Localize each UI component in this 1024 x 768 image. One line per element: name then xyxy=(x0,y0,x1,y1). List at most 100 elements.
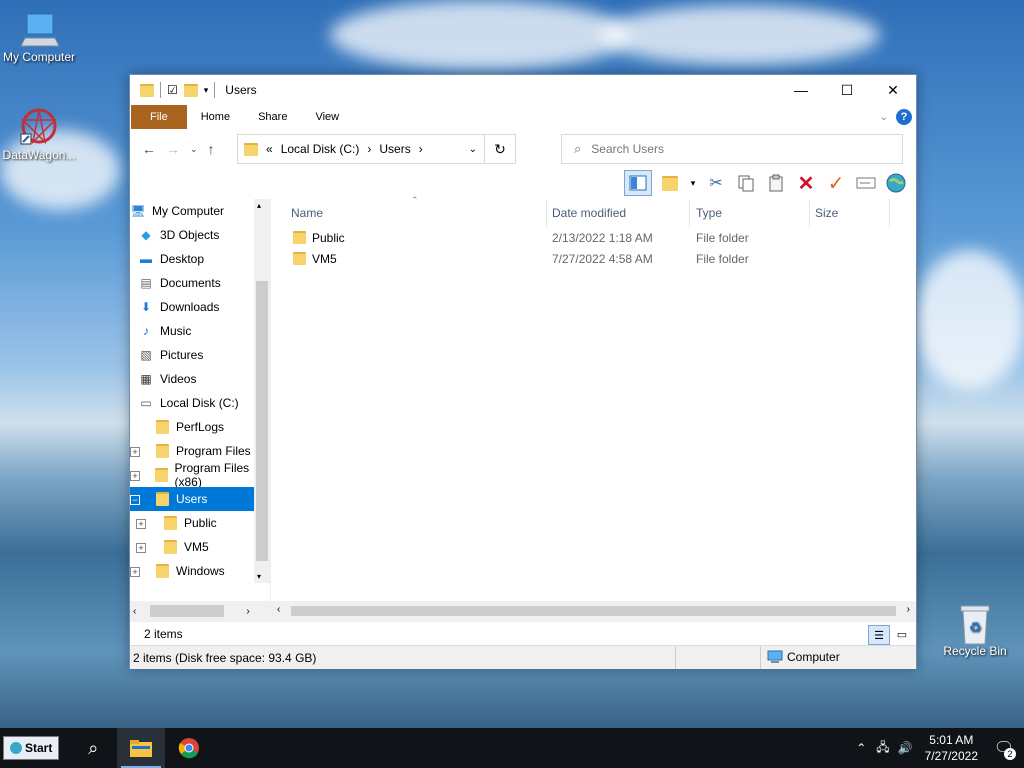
table-row[interactable]: VM5 7/27/2022 4:58 AM File folder xyxy=(271,248,916,269)
scroll-thumb[interactable] xyxy=(150,605,225,617)
search-taskbar-button[interactable]: ⌕ xyxy=(69,728,117,768)
large-icons-view-icon[interactable]: ▭ xyxy=(892,625,912,643)
checkmark-icon[interactable]: ✓ xyxy=(824,171,848,195)
tab-home[interactable]: Home xyxy=(187,105,244,129)
expand-icon[interactable]: + xyxy=(130,447,140,457)
nav-item[interactable]: 🖥 My Computer xyxy=(130,199,270,223)
nav-item[interactable]: PerfLogs xyxy=(130,415,270,439)
minimize-button[interactable]: — xyxy=(778,75,824,105)
column-type[interactable]: Type xyxy=(696,206,722,220)
forward-arrow-icon[interactable]: → xyxy=(166,141,180,157)
show-hidden-icons-icon[interactable]: ⌃ xyxy=(856,741,866,755)
explorer-window[interactable]: ☑ ▾ Users — ☐ ✕ File Home Share View ⌄ ?… xyxy=(129,74,917,669)
tab-view[interactable]: View xyxy=(301,105,353,129)
table-row[interactable]: Public 2/13/2022 1:18 AM File folder xyxy=(271,227,916,248)
nav-item[interactable]: − Users xyxy=(130,487,270,511)
computer-icon: 🖥 xyxy=(130,204,146,218)
nav-item[interactable]: + Windows xyxy=(130,559,270,583)
scroll-right-icon[interactable]: › xyxy=(907,604,910,615)
preview-pane-icon[interactable] xyxy=(624,170,652,196)
nav-item[interactable]: + Program Files xyxy=(130,439,270,463)
chevron-right-icon[interactable]: › xyxy=(367,142,371,156)
nav-item[interactable]: ▦ Videos xyxy=(130,367,270,391)
help-icon[interactable]: ? xyxy=(896,109,912,125)
scroll-up-icon[interactable]: ▴ xyxy=(257,201,261,210)
chevron-down-icon[interactable]: ⌄ xyxy=(469,144,477,155)
file-explorer-taskbar-button[interactable] xyxy=(117,728,166,768)
quick-access-dropdown-icon[interactable]: ▾ xyxy=(204,85,209,96)
scroll-down-icon[interactable]: ▾ xyxy=(257,572,261,581)
tab-share[interactable]: Share xyxy=(244,105,301,129)
back-arrow-icon[interactable]: ← xyxy=(142,141,156,157)
nav-item[interactable]: + Program Files (x86) xyxy=(130,461,270,489)
breadcrumb-overflow[interactable]: « xyxy=(266,142,273,156)
new-folder-quick-access-icon[interactable] xyxy=(183,83,198,97)
desktop-icon-recycle-bin[interactable]: ♻ Recycle Bin xyxy=(936,602,1014,658)
rename-icon[interactable] xyxy=(854,171,878,195)
expand-icon[interactable]: + xyxy=(136,519,146,529)
column-size[interactable]: Size xyxy=(815,206,838,220)
scroll-left-icon[interactable]: ‹ xyxy=(133,606,136,617)
network-icon[interactable]: 🖧 xyxy=(876,738,889,759)
chevron-right-icon[interactable]: › xyxy=(419,142,423,156)
cut-icon[interactable]: ✂ xyxy=(704,171,728,195)
nav-item[interactable]: ▬ Desktop xyxy=(130,247,270,271)
views-dropdown-icon[interactable]: ▾ xyxy=(688,171,698,195)
copy-icon[interactable] xyxy=(734,171,758,195)
volume-icon[interactable]: 🔊 xyxy=(898,741,913,755)
column-date-modified[interactable]: Date modified xyxy=(552,206,626,220)
globe-icon[interactable] xyxy=(884,171,908,195)
nav-item[interactable]: ▧ Pictures xyxy=(130,343,270,367)
scroll-thumb[interactable] xyxy=(291,606,896,616)
title-bar[interactable]: ☑ ▾ Users — ☐ ✕ xyxy=(130,75,916,105)
delete-icon[interactable]: ✕ xyxy=(794,171,818,195)
column-divider[interactable] xyxy=(689,199,690,227)
new-folder-icon[interactable] xyxy=(658,171,682,195)
nav-vertical-scrollbar[interactable]: ▴ ▾ xyxy=(254,199,270,583)
details-view-icon[interactable]: ☰ xyxy=(868,625,890,645)
file-name: VM5 xyxy=(312,251,337,266)
nav-horizontal-scrollbar[interactable]: ‹ › xyxy=(130,601,270,621)
recent-locations-icon[interactable]: ⌄ xyxy=(190,144,198,155)
nav-item[interactable]: ⬇ Downloads xyxy=(130,295,270,319)
column-divider[interactable] xyxy=(546,199,547,227)
start-button[interactable]: Start xyxy=(3,736,60,760)
refresh-button[interactable]: ↻ xyxy=(484,135,515,163)
expand-icon[interactable]: + xyxy=(130,471,140,481)
scroll-left-icon[interactable]: ‹ xyxy=(277,604,280,615)
search-input[interactable]: ⌕ Search Users xyxy=(561,134,903,164)
maximize-button[interactable]: ☐ xyxy=(824,75,870,105)
cloud xyxy=(600,5,880,65)
expand-ribbon-icon[interactable]: ⌄ xyxy=(880,112,888,123)
nav-item[interactable]: ▭ Local Disk (C:) xyxy=(130,391,270,415)
desktop-icon-datawagon[interactable]: DataWagon... xyxy=(0,106,78,162)
nav-item[interactable]: + VM5 xyxy=(130,535,270,559)
paste-icon[interactable] xyxy=(764,171,788,195)
file-list[interactable]: Name ⌃ Date modified Type Size Public 2/1… xyxy=(271,195,916,621)
column-divider[interactable] xyxy=(809,199,810,227)
properties-quick-access-icon[interactable]: ☑ xyxy=(167,83,178,97)
nav-item[interactable]: + Public xyxy=(130,511,270,535)
nav-item[interactable]: ▤ Documents xyxy=(130,271,270,295)
desktop-icon-my-computer[interactable]: My Computer xyxy=(0,8,78,64)
notifications-button[interactable]: 🗨 2 xyxy=(990,728,1018,768)
clock[interactable]: 5:01 AM 7/27/2022 xyxy=(925,732,978,764)
nav-item[interactable]: ◆ 3D Objects xyxy=(130,223,270,247)
scroll-right-icon[interactable]: › xyxy=(246,606,249,617)
column-name[interactable]: Name xyxy=(291,206,323,220)
nav-item[interactable]: ♪ Music xyxy=(130,319,270,343)
address-bar[interactable]: « Local Disk (C:) › Users › ⌄ ↻ xyxy=(237,134,516,164)
chrome-taskbar-button[interactable] xyxy=(165,728,213,768)
expand-icon[interactable]: − xyxy=(130,495,140,505)
tab-file[interactable]: File xyxy=(131,105,187,129)
column-divider[interactable] xyxy=(889,199,890,227)
breadcrumb-local-disk[interactable]: Local Disk (C:) xyxy=(281,142,360,156)
up-arrow-icon[interactable]: ↑ xyxy=(208,141,215,157)
expand-icon[interactable]: + xyxy=(136,543,146,553)
close-button[interactable]: ✕ xyxy=(870,75,916,105)
scroll-thumb[interactable] xyxy=(256,281,268,561)
breadcrumb-users[interactable]: Users xyxy=(379,142,410,156)
expand-icon[interactable]: + xyxy=(130,567,140,577)
navigation-pane[interactable]: 🖥 My Computer ◆ 3D Objects ▬ Desktop ▤ Document… xyxy=(130,199,271,621)
content-horizontal-scrollbar[interactable]: ‹ › xyxy=(271,601,916,621)
